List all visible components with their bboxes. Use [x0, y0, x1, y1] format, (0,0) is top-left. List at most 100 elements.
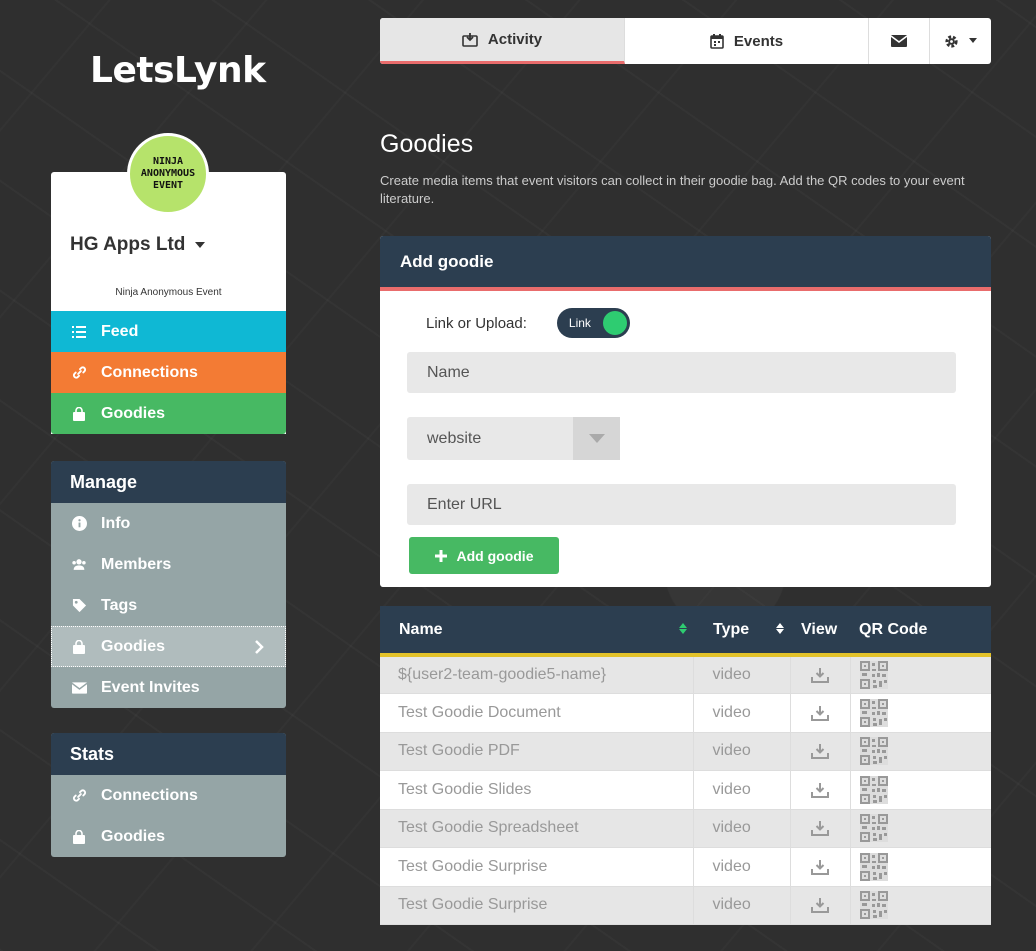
manage-item-info[interactable]: Info: [51, 503, 286, 544]
link-upload-label: Link or Upload:: [426, 314, 527, 332]
settings-menu-button[interactable]: [930, 18, 991, 64]
tab-events[interactable]: Events: [625, 18, 869, 64]
sort-icon: [776, 623, 784, 634]
nav-connections-label: Connections: [101, 363, 198, 381]
goodie-type-cell: video: [693, 809, 791, 848]
table-row[interactable]: Test Goodie PDF video: [380, 732, 991, 771]
qr-code-icon[interactable]: [859, 661, 888, 689]
page-title: Goodies: [380, 130, 474, 158]
tag-icon: [71, 598, 87, 613]
add-goodie-button[interactable]: Add goodie: [409, 537, 559, 574]
nav-goodies[interactable]: Goodies: [51, 393, 286, 434]
download-icon[interactable]: [811, 782, 829, 798]
goodie-name-cell: Test Goodie Document: [380, 693, 694, 733]
tab-activity[interactable]: Activity: [380, 18, 625, 64]
qr-cell: [850, 655, 991, 694]
goodie-type-value: website: [427, 429, 482, 447]
qr-cell: [850, 809, 991, 848]
table-row[interactable]: ${user2-team-goodie5-name} video: [380, 655, 991, 694]
link-icon: [71, 788, 87, 803]
table-row[interactable]: Test Goodie Slides video: [380, 770, 991, 810]
stats-item-connections[interactable]: Connections: [51, 775, 286, 816]
page-description: Create media items that event visitors c…: [380, 173, 965, 206]
bag-icon: [71, 829, 87, 844]
stats-item-goodies[interactable]: Goodies: [51, 816, 286, 857]
stats-panel: Stats Connections Goodies: [51, 733, 286, 857]
download-icon[interactable]: [811, 897, 829, 914]
table-header-row: Name Type View QR Code: [380, 606, 991, 657]
gear-icon: [944, 34, 959, 49]
envelope-icon: [71, 681, 87, 694]
table-row[interactable]: Test Goodie Surprise video: [380, 886, 991, 925]
manage-panel: Manage Info Members Tags Goodies Event I…: [51, 461, 286, 708]
view-cell: [790, 655, 851, 694]
goodie-name-cell: Test Goodie PDF: [380, 732, 694, 771]
manage-item-tags[interactable]: Tags: [51, 585, 286, 626]
download-icon[interactable]: [811, 743, 829, 760]
stats-title: Stats: [51, 733, 286, 775]
column-header-name[interactable]: Name: [380, 606, 693, 657]
download-icon[interactable]: [811, 820, 829, 837]
qr-code-icon[interactable]: [859, 737, 888, 766]
manage-item-label: Event Invites: [101, 678, 200, 696]
qr-code-icon[interactable]: [859, 891, 888, 920]
goodie-name-cell: Test Goodie Spreadsheet: [380, 809, 694, 848]
event-avatar: NINJA ANONYMOUS EVENT: [127, 133, 209, 215]
add-goodie-button-label: Add goodie: [456, 547, 534, 564]
view-cell: [790, 693, 851, 733]
goodie-name-cell: Test Goodie Surprise: [380, 886, 694, 925]
qr-code-icon[interactable]: [859, 775, 888, 804]
qr-cell: [850, 886, 991, 925]
bag-icon: [71, 639, 87, 654]
column-header-type[interactable]: Type: [693, 606, 790, 657]
nav-feed[interactable]: Feed: [51, 311, 286, 352]
qr-code-icon[interactable]: [859, 814, 888, 843]
goodie-url-input[interactable]: [407, 484, 956, 525]
mail-button[interactable]: [869, 18, 930, 64]
manage-item-label: Info: [101, 514, 131, 532]
qr-cell: [850, 847, 991, 887]
bag-icon: [71, 406, 87, 421]
link-upload-toggle[interactable]: Link: [556, 308, 630, 338]
view-cell: [790, 809, 851, 848]
table-row[interactable]: Test Goodie Surprise video: [380, 847, 991, 887]
qr-code-icon[interactable]: [859, 698, 888, 727]
view-cell: [790, 886, 851, 925]
table-row[interactable]: Test Goodie Spreadsheet video: [380, 809, 991, 848]
view-cell: [790, 847, 851, 887]
table-row[interactable]: Test Goodie Document video: [380, 693, 991, 733]
stats-item-label: Connections: [101, 786, 198, 804]
top-tab-bar: Activity Events: [380, 18, 991, 64]
tab-activity-label: Activity: [487, 31, 543, 48]
toggle-knob: [602, 311, 627, 335]
activity-icon: [462, 32, 478, 47]
goodie-type-cell: video: [693, 693, 791, 733]
manage-item-label: Goodies: [101, 637, 166, 655]
goodie-name-input[interactable]: [407, 352, 956, 393]
manage-item-members[interactable]: Members: [51, 544, 286, 585]
link-upload-row: Link or Upload: Link: [426, 308, 630, 338]
plus-icon: [434, 549, 447, 562]
qr-cell: [850, 770, 991, 810]
goodie-type-cell: video: [693, 847, 791, 887]
manage-item-label: Tags: [101, 596, 138, 614]
download-icon[interactable]: [811, 667, 829, 683]
goodie-type-cell: video: [693, 655, 791, 694]
manage-item-event-invites[interactable]: Event Invites: [51, 667, 286, 708]
app-logo[interactable]: LetsLynk: [90, 50, 266, 91]
nav-connections[interactable]: Connections: [51, 352, 286, 393]
goodie-name-cell: ${user2-team-goodie5-name}: [380, 655, 694, 694]
goodie-type-cell: video: [693, 886, 791, 925]
nav-goodies-label: Goodies: [101, 404, 166, 422]
manage-item-label: Members: [101, 555, 172, 573]
nav-feed-label: Feed: [101, 322, 139, 340]
download-icon[interactable]: [811, 705, 829, 721]
goodie-type-cell: video: [693, 732, 791, 771]
manage-item-goodies[interactable]: Goodies: [51, 626, 286, 667]
dropdown-arrow[interactable]: [573, 417, 620, 460]
qr-cell: [850, 732, 991, 771]
goodie-type-select[interactable]: website: [407, 417, 620, 460]
download-icon[interactable]: [811, 859, 829, 875]
qr-code-icon[interactable]: [859, 852, 888, 881]
goodie-name-cell: Test Goodie Slides: [380, 770, 694, 810]
